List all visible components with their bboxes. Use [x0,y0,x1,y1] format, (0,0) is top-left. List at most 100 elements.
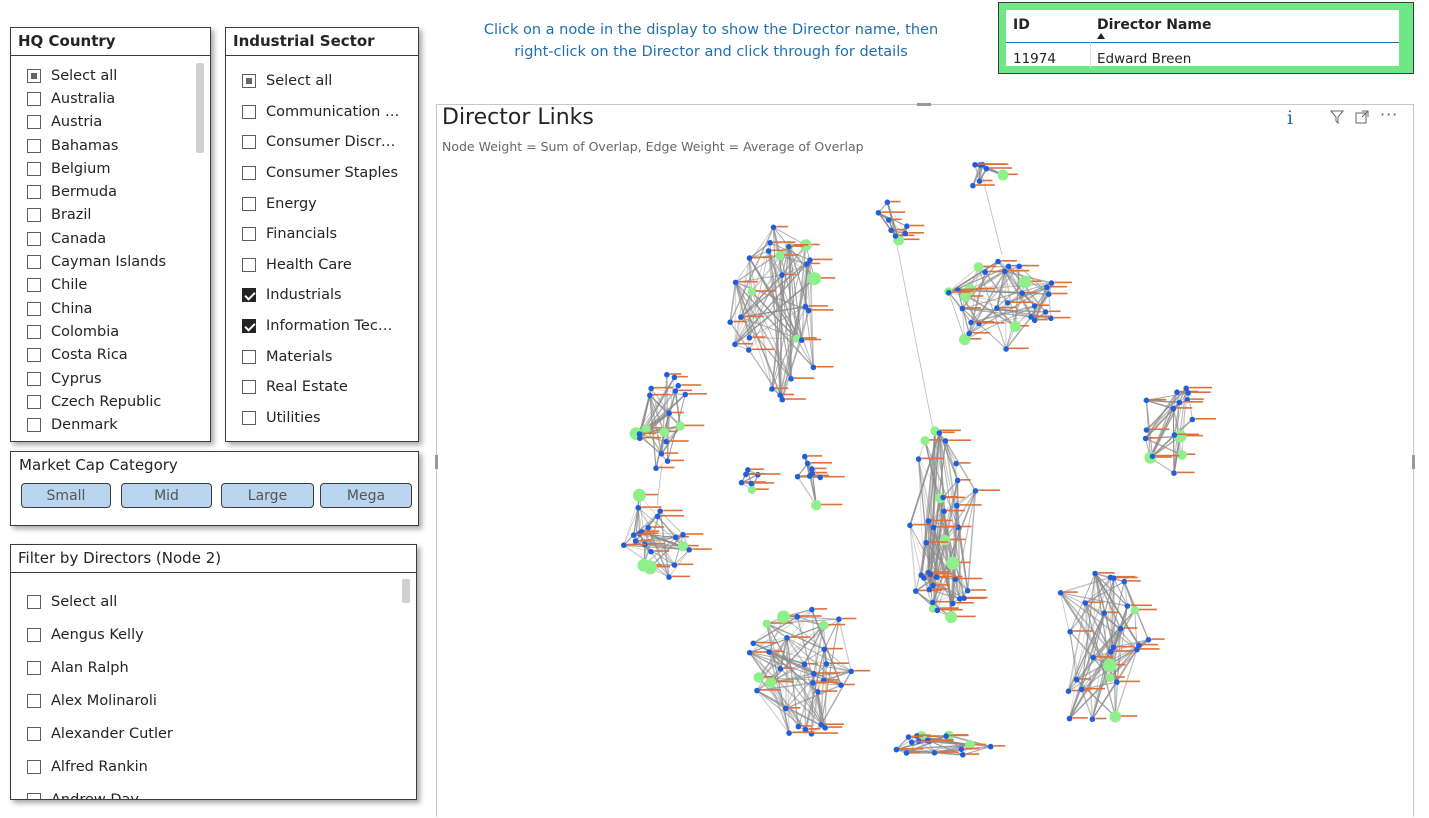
director-node-large[interactable] [1131,606,1139,614]
director-node[interactable] [663,439,669,445]
director-node[interactable] [673,388,679,394]
market-cap-button-small[interactable]: Small [21,483,111,508]
director-name-column-header[interactable]: Director Name [1097,17,1211,33]
sector-item[interactable]: Communication S... [242,97,400,128]
network-graph[interactable] [437,105,1413,818]
checkbox[interactable] [27,162,41,176]
director-node[interactable] [818,722,824,728]
checkbox[interactable] [242,288,256,302]
director-node[interactable] [1002,269,1008,275]
director-node[interactable] [886,217,892,223]
director-node[interactable] [918,572,924,578]
director-node[interactable] [805,461,811,467]
director-node-large[interactable] [945,611,957,623]
director-node[interactable] [984,166,990,172]
director-node[interactable] [804,261,810,267]
director-node[interactable] [907,523,913,529]
checkbox[interactable] [242,227,256,241]
director-node[interactable] [664,372,670,378]
sector-item[interactable]: Health Care [242,250,400,281]
director-node[interactable] [988,744,994,750]
director-node[interactable] [648,549,654,555]
director-node[interactable] [970,183,976,189]
director-node[interactable] [1146,637,1152,643]
director-node[interactable] [786,244,792,250]
director-node[interactable] [934,574,940,580]
director-node[interactable] [811,365,817,371]
director-node[interactable] [1171,406,1177,412]
director-node[interactable] [796,724,802,730]
director-node-large[interactable] [775,251,784,260]
director-node[interactable] [647,393,653,399]
director-node[interactable] [621,542,627,548]
checkbox[interactable] [27,232,41,246]
director-node[interactable] [673,535,679,541]
director-node[interactable] [941,509,947,515]
checkbox[interactable] [27,255,41,269]
director-node[interactable] [751,641,757,647]
director-node[interactable] [739,480,745,486]
checkbox[interactable] [242,350,256,364]
hq-country-item[interactable]: Cyprus [27,367,192,390]
director-node-large[interactable] [1019,276,1032,289]
director-node[interactable] [946,290,952,296]
director-item[interactable]: Alexander Cutler [27,717,398,750]
director-node[interactable] [1143,436,1149,442]
checkbox[interactable] [27,302,41,316]
id-column-header[interactable]: ID [1013,17,1030,33]
director-node[interactable] [935,608,941,614]
director-node[interactable] [930,600,936,606]
director-item[interactable]: Andrew Day [27,783,398,799]
checkbox[interactable] [242,135,256,149]
hq-country-item[interactable]: Cayman Islands [27,250,192,273]
sector-item[interactable]: Utilities [242,403,400,434]
checkbox[interactable] [27,694,41,708]
market-cap-button-mega[interactable]: Mega [320,483,412,508]
director-node[interactable] [769,386,775,392]
hq-country-item[interactable]: China [27,297,192,320]
director-node[interactable] [788,376,794,382]
hq-country-item[interactable]: Australia [27,87,192,110]
director-item[interactable]: Alan Ralph [27,651,398,684]
director-node[interactable] [783,706,789,712]
director-node[interactable] [968,320,974,326]
sector-item[interactable]: Materials [242,341,400,372]
director-node[interactable] [1044,285,1050,291]
director-node-large[interactable] [659,427,668,436]
director-node[interactable] [743,472,749,478]
director-node-large[interactable] [811,500,821,510]
checkbox[interactable] [27,760,41,774]
director-node[interactable] [961,595,967,601]
hq-country-item[interactable]: Colombia [27,320,192,343]
director-node[interactable] [940,495,946,501]
checkbox[interactable] [242,319,256,333]
director-node[interactable] [1144,427,1150,433]
director-node[interactable] [888,228,894,234]
director-node[interactable] [1136,643,1142,649]
director-node-large[interactable] [754,672,764,682]
director-node[interactable] [1005,300,1011,306]
director-node[interactable] [931,525,937,531]
director-node[interactable] [648,386,654,392]
director-node[interactable] [973,488,979,494]
director-node[interactable] [1090,716,1096,722]
director-node[interactable] [666,574,672,580]
director-node[interactable] [903,231,909,237]
director-node-large[interactable] [998,170,1009,181]
hq-country-item[interactable]: Costa Rica [27,344,192,367]
checkbox[interactable] [27,348,41,362]
director-node[interactable] [1016,264,1022,270]
director-node[interactable] [960,752,966,758]
director-item[interactable]: Select all [27,585,398,618]
director-node[interactable] [1174,389,1180,395]
director-node[interactable] [637,436,643,442]
director-node-large[interactable] [921,436,930,445]
director-node[interactable] [1003,346,1009,352]
director-node[interactable] [1122,579,1128,585]
director-node[interactable] [659,451,665,457]
director-node[interactable] [803,727,809,733]
market-cap-button-large[interactable]: Large [221,483,314,508]
director-node[interactable] [815,689,821,695]
director-node[interactable] [909,740,915,746]
director-node[interactable] [982,269,988,275]
